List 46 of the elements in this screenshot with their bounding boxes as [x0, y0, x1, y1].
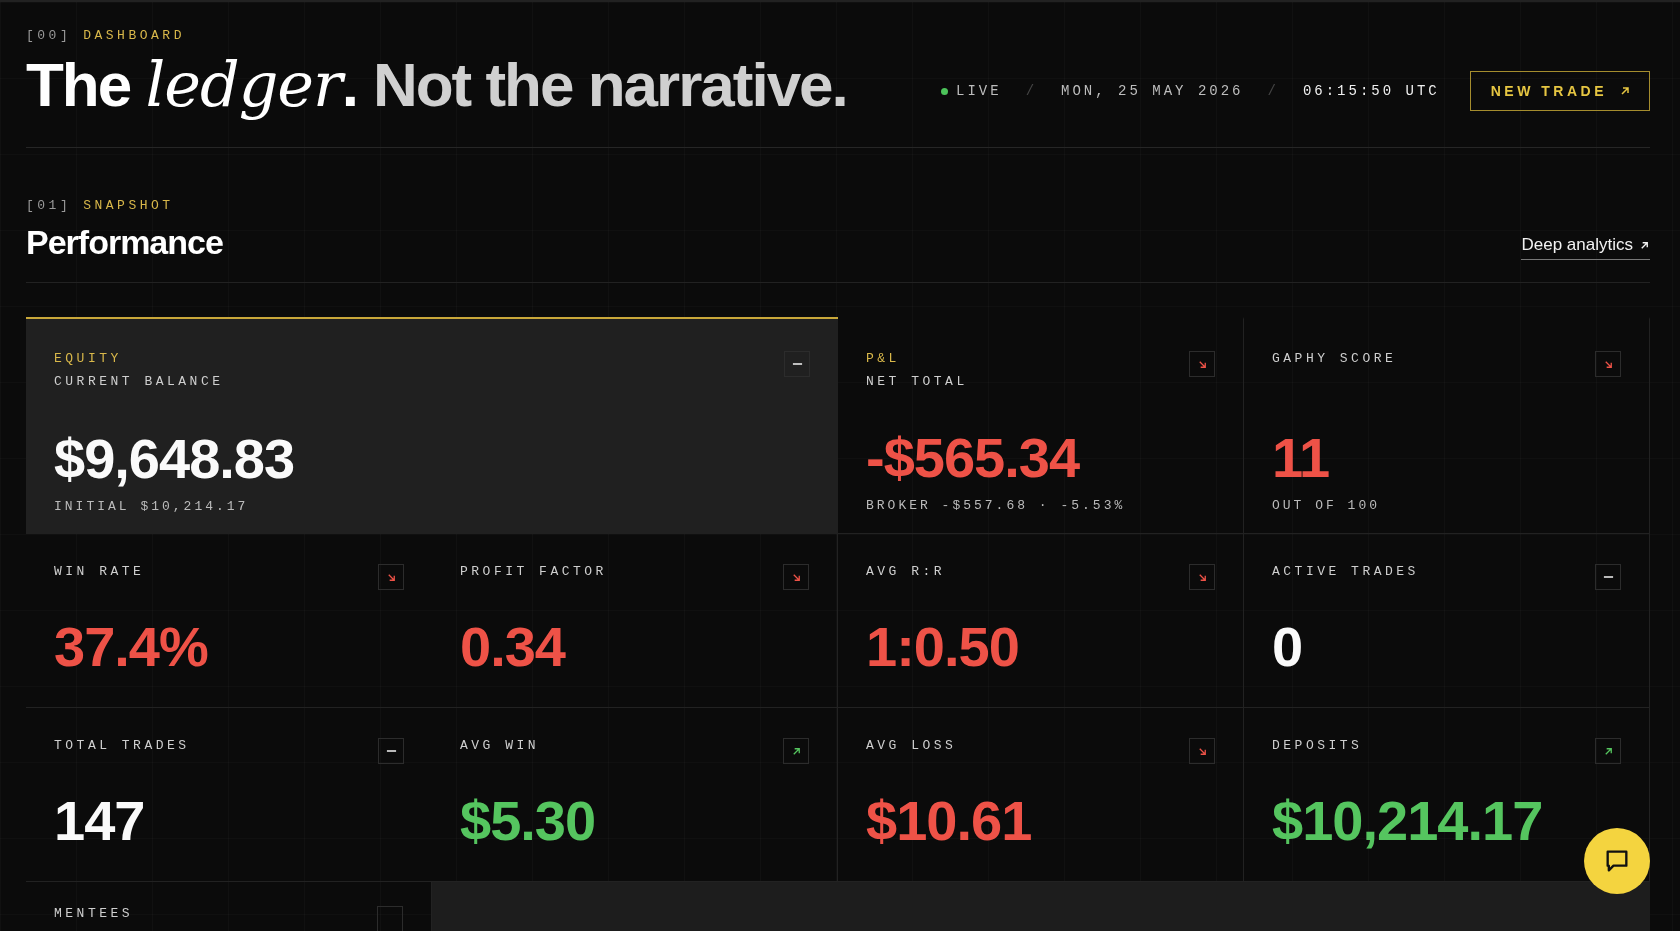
page-title: The ledger. — [26, 51, 357, 120]
stat-note: BROKER -$557.68 · -5.53% — [866, 498, 1127, 514]
card-label: ACTIVE TRADES — [1272, 564, 1419, 580]
arrow-up-right-icon — [1639, 239, 1650, 251]
stat-note: OUT OF 100 — [1272, 498, 1381, 514]
card-label: GAPHY SCORE — [1272, 351, 1397, 367]
card-label: NET TOTAL — [866, 374, 968, 390]
stat-note: INITIAL $10,214.17 — [54, 499, 250, 515]
section-title: Performance — [26, 223, 223, 263]
card-label: MENTEES — [54, 906, 134, 922]
card-label: TOTAL TRADES — [54, 738, 190, 754]
card-label: CURRENT BALANCE — [54, 374, 224, 390]
date-label: MON, 25 MAY 2026 — [1061, 83, 1244, 100]
stat-value: 11 — [1272, 430, 1331, 492]
deep-analytics-link[interactable]: Deep analytics — [1521, 235, 1650, 261]
live-label: LIVE — [956, 83, 1002, 100]
page-title: Not the narrative. — [372, 51, 847, 120]
card-label: AVG LOSS — [866, 738, 957, 754]
section-index: [01] — [26, 198, 72, 214]
stat-value: $5.30 — [460, 793, 597, 855]
card-label: PROFIT FACTOR — [460, 564, 607, 580]
stat-value: $10.61 — [866, 793, 1033, 855]
stat-value: 37.4% — [54, 619, 209, 681]
card-category: P&L — [866, 351, 901, 367]
dash-icon — [791, 362, 803, 367]
section-eyebrow: SNAPSHOT — [83, 198, 174, 214]
card-label: AVG WIN — [460, 738, 540, 754]
dash-icon — [385, 749, 397, 754]
new-trade-button[interactable]: NEW TRADE — [1469, 71, 1650, 112]
card-category: EQUITY — [54, 351, 123, 367]
stat-value: 1:0.50 — [866, 619, 1020, 681]
card-label: WIN RATE — [54, 564, 145, 580]
stat-value: $10,214.17 — [1272, 793, 1544, 855]
stat-value: 0.34 — [460, 619, 567, 681]
card-label: AVG R:R — [866, 564, 946, 580]
time-label: 06:15:50 UTC — [1302, 83, 1440, 100]
separator: / — [1267, 83, 1279, 100]
stat-value: 147 — [54, 793, 146, 855]
dash-icon — [1602, 575, 1614, 580]
card-label: DEPOSITS — [1272, 738, 1363, 754]
section-index: [00] — [26, 28, 72, 43]
section-eyebrow: DASHBOARD — [83, 28, 185, 43]
stat-value: -$565.34 — [866, 430, 1081, 492]
stat-value: $9,648.83 — [54, 431, 296, 493]
separator: / — [1025, 83, 1038, 100]
stat-value: 0 — [1272, 619, 1304, 681]
